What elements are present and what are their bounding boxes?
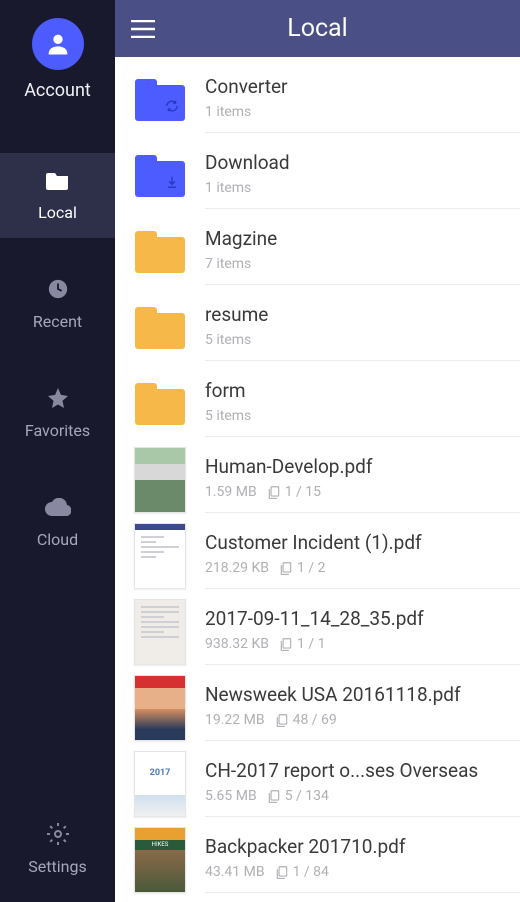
sidebar-item-settings[interactable]: Settings bbox=[0, 807, 115, 892]
clock-icon bbox=[45, 276, 71, 302]
list-item[interactable]: 2017-09-11_14_28_35.pdf 938.32 KB 1 / 1 bbox=[115, 589, 520, 665]
page-count: 1 / 1 bbox=[279, 636, 325, 652]
avatar-icon bbox=[32, 18, 84, 70]
folder-icon bbox=[135, 155, 185, 197]
sidebar-item-local[interactable]: Local bbox=[0, 153, 115, 238]
row-body: CH-2017 report o...ses Overseas 5.65 MB 5 … bbox=[205, 751, 520, 817]
page-count: 1 / 84 bbox=[275, 864, 329, 880]
file-meta: 43.41 MB 1 / 84 bbox=[205, 864, 512, 880]
file-meta: 1 items bbox=[205, 180, 512, 196]
list-item[interactable]: Customer Incident (1).pdf 218.29 KB 1 / 2 bbox=[115, 513, 520, 589]
file-name: Customer Incident (1).pdf bbox=[205, 531, 512, 554]
row-body: Human-Develop.pdf 1.59 MB 1 / 15 bbox=[205, 447, 520, 513]
row-body: Download 1 items bbox=[205, 143, 520, 209]
list-item[interactable]: form 5 items bbox=[115, 361, 520, 437]
row-body: Magzine 7 items bbox=[205, 219, 520, 285]
item-count: 5 items bbox=[205, 408, 251, 424]
list-item[interactable]: Newsweek USA 20161118.pdf 19.22 MB 48 / 69 bbox=[115, 665, 520, 741]
sidebar-item-cloud[interactable]: Cloud bbox=[0, 480, 115, 565]
file-meta: 1.59 MB 1 / 15 bbox=[205, 484, 512, 500]
nav-label: Favorites bbox=[25, 421, 90, 440]
page-title: Local bbox=[171, 14, 464, 43]
file-name: Converter bbox=[205, 75, 512, 98]
list-item[interactable]: Converter 1 items bbox=[115, 57, 520, 133]
pdf-thumbnail bbox=[131, 603, 189, 661]
account-label: Account bbox=[24, 80, 91, 101]
account-button[interactable]: Account bbox=[0, 0, 115, 115]
file-name: Human-Develop.pdf bbox=[205, 455, 512, 478]
file-meta: 938.32 KB 1 / 1 bbox=[205, 636, 512, 652]
nav-section: Local Recent Favorites Cloud bbox=[0, 153, 115, 807]
row-body: Customer Incident (1).pdf 218.29 KB 1 / 2 bbox=[205, 523, 520, 589]
file-name: Newsweek USA 20161118.pdf bbox=[205, 683, 512, 706]
row-body: form 5 items bbox=[205, 371, 520, 437]
file-name: Magzine bbox=[205, 227, 512, 250]
sidebar-item-favorites[interactable]: Favorites bbox=[0, 371, 115, 456]
pdf-thumbnail bbox=[131, 679, 189, 737]
list-item[interactable]: HIKES Backpacker 201710.pdf 43.41 MB 1 / 84 bbox=[115, 817, 520, 893]
list-item[interactable]: Human-Develop.pdf 1.59 MB 1 / 15 bbox=[115, 437, 520, 513]
nav-label: Cloud bbox=[37, 530, 78, 549]
file-size: 218.29 KB bbox=[205, 560, 269, 576]
sidebar: Account Local Recent Favorites Cloud bbox=[0, 0, 115, 902]
folder-icon bbox=[45, 167, 71, 193]
page-count: 1 / 2 bbox=[279, 560, 325, 576]
file-size: 43.41 MB bbox=[205, 864, 265, 880]
row-body: Backpacker 201710.pdf 43.41 MB 1 / 84 bbox=[205, 827, 520, 893]
page-count: 5 / 134 bbox=[267, 788, 329, 804]
file-name: Download bbox=[205, 151, 512, 174]
file-name: CH-2017 report o...ses Overseas bbox=[205, 759, 512, 782]
gear-icon bbox=[45, 821, 71, 847]
nav-label: Local bbox=[38, 203, 77, 222]
nav-label: Recent bbox=[33, 312, 82, 331]
header: Local bbox=[115, 0, 520, 57]
pdf-thumbnail: 2017 bbox=[131, 755, 189, 813]
pdf-thumbnail: HIKES bbox=[131, 831, 189, 889]
folder-icon bbox=[135, 231, 185, 273]
page-count: 1 / 15 bbox=[267, 484, 321, 500]
file-meta: 5 items bbox=[205, 408, 512, 424]
item-count: 1 items bbox=[205, 104, 251, 120]
pdf-thumbnail bbox=[131, 527, 189, 585]
file-meta: 7 items bbox=[205, 256, 512, 272]
file-size: 938.32 KB bbox=[205, 636, 269, 652]
file-meta: 5.65 MB 5 / 134 bbox=[205, 788, 512, 804]
list-item[interactable]: Magzine 7 items bbox=[115, 209, 520, 285]
file-name: 2017-09-11_14_28_35.pdf bbox=[205, 607, 512, 630]
folder-icon bbox=[135, 383, 185, 425]
nav-label: Settings bbox=[28, 857, 86, 876]
row-body: resume 5 items bbox=[205, 295, 520, 361]
row-body: Newsweek USA 20161118.pdf 19.22 MB 48 / 69 bbox=[205, 675, 520, 741]
file-size: 1.59 MB bbox=[205, 484, 257, 500]
folder-icon bbox=[135, 307, 185, 349]
row-body: 2017-09-11_14_28_35.pdf 938.32 KB 1 / 1 bbox=[205, 599, 520, 665]
file-size: 5.65 MB bbox=[205, 788, 257, 804]
list-item[interactable]: Download 1 items bbox=[115, 133, 520, 209]
item-count: 7 items bbox=[205, 256, 251, 272]
file-name: form bbox=[205, 379, 512, 402]
menu-button[interactable] bbox=[115, 0, 171, 57]
file-name: Backpacker 201710.pdf bbox=[205, 835, 512, 858]
file-list[interactable]: Converter 1 items Download 1 items Magzine 7 … bbox=[115, 57, 520, 902]
sidebar-item-recent[interactable]: Recent bbox=[0, 262, 115, 347]
file-name: resume bbox=[205, 303, 512, 326]
file-meta: 19.22 MB 48 / 69 bbox=[205, 712, 512, 728]
row-body: Converter 1 items bbox=[205, 67, 520, 133]
folder-icon bbox=[135, 79, 185, 121]
item-count: 1 items bbox=[205, 180, 251, 196]
cloud-icon bbox=[45, 494, 71, 520]
pdf-thumbnail bbox=[131, 451, 189, 509]
sync-badge-icon bbox=[165, 98, 179, 117]
file-size: 19.22 MB bbox=[205, 712, 265, 728]
list-item[interactable]: resume 5 items bbox=[115, 285, 520, 361]
download-badge-icon bbox=[165, 174, 179, 193]
file-meta: 218.29 KB 1 / 2 bbox=[205, 560, 512, 576]
star-icon bbox=[45, 385, 71, 411]
item-count: 5 items bbox=[205, 332, 251, 348]
file-meta: 1 items bbox=[205, 104, 512, 120]
main-panel: Local Converter 1 items Download 1 items Mag… bbox=[115, 0, 520, 902]
file-meta: 5 items bbox=[205, 332, 512, 348]
page-count: 48 / 69 bbox=[275, 712, 337, 728]
list-item[interactable]: 2017 CH-2017 report o...ses Overseas 5.65 … bbox=[115, 741, 520, 817]
